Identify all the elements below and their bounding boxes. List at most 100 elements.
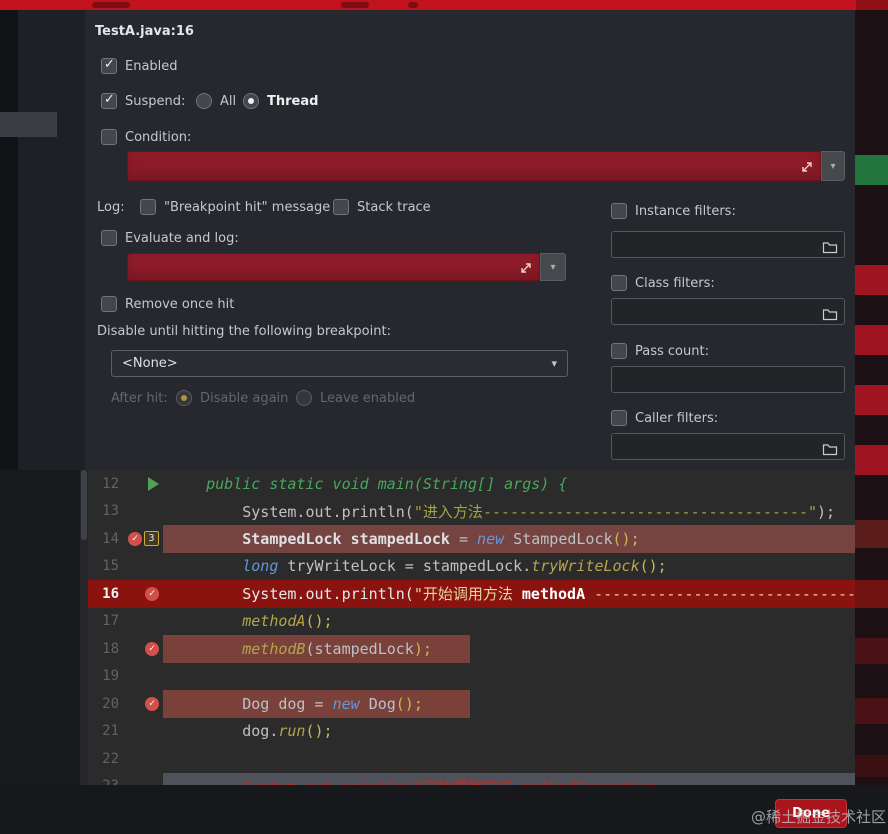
instance-filters-input[interactable]	[611, 231, 845, 258]
line-number[interactable]: 20	[85, 696, 119, 712]
caller-filters-label[interactable]: Caller filters:	[635, 411, 718, 426]
caller-filters-input[interactable]	[611, 433, 845, 460]
code-line-17: 17 methodA();	[85, 608, 855, 636]
expand-icon[interactable]	[800, 159, 814, 173]
suspend-label[interactable]: Suspend:	[125, 94, 185, 109]
stripe-mark-red	[855, 325, 888, 355]
stack-trace-label[interactable]: Stack trace	[357, 200, 431, 215]
line-number[interactable]: 16	[85, 586, 119, 602]
enabled-label[interactable]: Enabled	[125, 59, 178, 74]
instance-filters-label[interactable]: Instance filters:	[635, 204, 736, 219]
breakpoint-hit-message-checkbox[interactable]	[140, 199, 156, 215]
code-text: System.out.println("开始调用方法 methodExcepti…	[163, 776, 838, 785]
condition-dropdown-button[interactable]: ▾	[821, 151, 845, 181]
suspend-checkbox[interactable]	[101, 93, 117, 109]
breakpoint-count-badge[interactable]: 3	[144, 531, 159, 546]
disable-again-label[interactable]: Disable again	[200, 391, 288, 406]
line-number[interactable]: 21	[85, 723, 119, 739]
suspend-all-radio[interactable]	[196, 93, 212, 109]
breakpoint-icon[interactable]	[128, 532, 142, 546]
remove-once-hit-checkbox[interactable]	[101, 296, 117, 312]
evaluate-label[interactable]: Evaluate and log:	[125, 231, 239, 246]
suspend-all-label[interactable]: All	[220, 94, 236, 109]
watermark: @稀土掘金技术社区	[751, 806, 886, 827]
code-text: Dog dog = new Dog();	[163, 695, 423, 713]
stripe-mark-dark	[855, 580, 888, 608]
expand-icon[interactable]	[519, 260, 533, 274]
code-line-22: 22	[85, 745, 855, 773]
app-window: TestA.java:16 Enabled Suspend: All Threa…	[0, 0, 888, 834]
line-number[interactable]: 18	[85, 641, 119, 657]
folder-icon[interactable]	[822, 440, 838, 453]
titlebar-tab[interactable]	[341, 2, 369, 8]
stripe-mark-dark	[855, 638, 888, 664]
line-number[interactable]: 19	[85, 668, 119, 684]
stripe-mark-red	[855, 445, 888, 475]
condition-label[interactable]: Condition:	[125, 130, 191, 145]
class-filters-input[interactable]	[611, 298, 845, 325]
line-number[interactable]: 23	[85, 778, 119, 785]
stripe-mark-green	[855, 155, 888, 185]
line-number[interactable]: 15	[85, 558, 119, 574]
folder-icon[interactable]	[822, 305, 838, 318]
stack-trace-option: Stack trace	[333, 198, 431, 216]
disable-until-dropdown[interactable]: <None> ▾	[111, 350, 568, 377]
evaluate-input[interactable]	[127, 253, 540, 281]
sidebar-selected-item[interactable]	[0, 112, 57, 137]
line-number[interactable]: 13	[85, 503, 119, 519]
pass-count-checkbox[interactable]	[611, 343, 627, 359]
condition-input[interactable]	[127, 151, 821, 181]
code-lines: 12 public static void main(String[] args…	[85, 470, 855, 785]
instance-filters-checkbox[interactable]	[611, 203, 627, 219]
log-label: Log:	[97, 200, 125, 215]
code-line-12: 12 public static void main(String[] args…	[85, 470, 855, 498]
condition-checkbox[interactable]	[101, 129, 117, 145]
leave-enabled-radio[interactable]	[296, 390, 312, 406]
code-text: long tryWriteLock = stampedLock.tryWrite…	[163, 557, 667, 575]
evaluate-dropdown-button[interactable]: ▾	[540, 253, 566, 281]
suspend-thread-radio[interactable]	[243, 93, 259, 109]
code-text: StampedLock stampedLock = new StampedLoc…	[163, 530, 640, 548]
breakpoint-icon[interactable]	[145, 642, 159, 656]
gutter-icons	[119, 477, 163, 491]
gutter-icons: 3	[119, 531, 163, 546]
class-filters-label[interactable]: Class filters:	[635, 276, 715, 291]
line-number[interactable]: 14	[85, 531, 119, 547]
code-line-15: 15 long tryWriteLock = stampedLock.tryWr…	[85, 553, 855, 581]
suspend-thread-label[interactable]: Thread	[267, 94, 318, 109]
pass-count-label[interactable]: Pass count:	[635, 344, 709, 359]
disable-again-radio[interactable]	[176, 390, 192, 406]
evaluate-row: Evaluate and log:	[101, 229, 239, 247]
enabled-row: Enabled	[101, 57, 178, 75]
caller-filters-checkbox[interactable]	[611, 410, 627, 426]
folder-icon[interactable]	[822, 238, 838, 251]
breakpoint-hit-message-label[interactable]: "Breakpoint hit" message	[164, 200, 330, 215]
after-hit-label: After hit:	[111, 391, 168, 406]
evaluate-checkbox[interactable]	[101, 230, 117, 246]
leave-enabled-option: Leave enabled	[296, 389, 415, 407]
class-filters-option: Class filters:	[611, 274, 715, 292]
titlebar-right-segment	[856, 0, 888, 10]
class-filters-checkbox[interactable]	[611, 275, 627, 291]
chevron-down-icon: ▾	[830, 161, 835, 172]
line-number[interactable]: 12	[85, 476, 119, 492]
breakpoint-settings-dialog: TestA.java:16 Enabled Suspend: All Threa…	[85, 10, 855, 470]
disable-until-label: Disable until hitting the following brea…	[97, 324, 391, 339]
enabled-checkbox[interactable]	[101, 58, 117, 74]
stripe-mark-dark	[855, 698, 888, 724]
stripe-mark-dark	[855, 755, 888, 777]
stack-trace-checkbox[interactable]	[333, 199, 349, 215]
stripe-mark-red	[855, 265, 888, 295]
titlebar-tab[interactable]	[92, 2, 130, 8]
titlebar-icon	[408, 2, 418, 8]
leave-enabled-label[interactable]: Leave enabled	[320, 391, 415, 406]
line-number[interactable]: 22	[85, 751, 119, 767]
line-number[interactable]: 17	[85, 613, 119, 629]
window-titlebar	[0, 0, 888, 10]
breakpoint-icon[interactable]	[145, 697, 159, 711]
run-arrow-icon[interactable]	[148, 477, 159, 491]
pass-count-input[interactable]	[611, 366, 845, 393]
remove-once-hit-label[interactable]: Remove once hit	[125, 297, 234, 312]
breakpoint-icon[interactable]	[145, 587, 159, 601]
sidebar-lower-panel	[0, 470, 85, 785]
